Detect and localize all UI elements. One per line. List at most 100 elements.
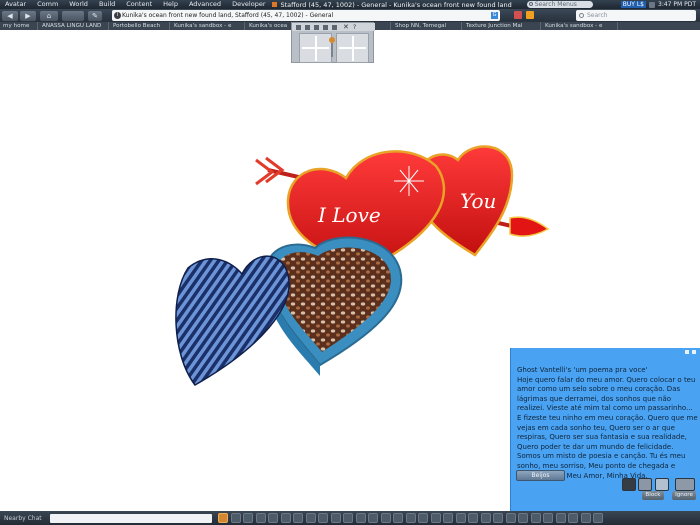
- item-icon[interactable]: [655, 478, 669, 491]
- favorite-star-icon[interactable]: [526, 11, 534, 19]
- menu-comm[interactable]: Comm: [32, 0, 64, 9]
- favorite-item[interactable]: ANASSA LINGU LAND: [39, 22, 109, 30]
- menubar-right: Search Menus BUY L$ 3:47 PM PDT: [526, 0, 700, 9]
- panel-controls: [682, 350, 696, 354]
- menu-help[interactable]: Help: [158, 0, 184, 9]
- camera-preset-icon[interactable]: [323, 24, 328, 30]
- favorite-item[interactable]: Kunika's ocea: [246, 22, 292, 30]
- camera-preset-icon[interactable]: [296, 24, 301, 30]
- menu-build[interactable]: Build: [94, 0, 121, 9]
- voice-icon[interactable]: [230, 513, 241, 523]
- destinations-icon[interactable]: [455, 513, 466, 523]
- location-icons: [514, 11, 538, 19]
- camera-preset-icon[interactable]: [305, 24, 310, 30]
- groups-icon[interactable]: [430, 513, 441, 523]
- favorite-item[interactable]: Portobello Beach: [110, 22, 170, 30]
- search-input[interactable]: Search: [576, 10, 696, 21]
- general-rating-icon: G: [491, 12, 498, 19]
- chat-sender: Ghost Vantelli's 'um poema pra voce': [517, 366, 648, 374]
- no-push-icon: [514, 11, 522, 19]
- search-menus-placeholder: Search Menus: [534, 1, 577, 8]
- bottom-toolbar: Nearby Chat: [0, 511, 700, 525]
- clock: 3:47 PM PDT: [658, 1, 696, 8]
- search-icon: [528, 2, 533, 6]
- close-icon[interactable]: [692, 350, 696, 354]
- back-button[interactable]: ◀: [2, 10, 18, 21]
- window-title: Stafford (45, 47, 1002) - General - Kuni…: [280, 0, 512, 9]
- mini-map-icon[interactable]: [555, 513, 566, 523]
- build-icon[interactable]: [318, 513, 328, 523]
- world-viewport[interactable]: You I Love: [150, 130, 560, 400]
- menu-world[interactable]: World: [64, 0, 94, 9]
- avatar-icon[interactable]: [480, 513, 491, 523]
- pan-pad[interactable]: [336, 33, 369, 63]
- location-field[interactable]: i Kunika's ocean front new found land, S…: [112, 10, 500, 21]
- camera-preset-icon[interactable]: [314, 24, 319, 30]
- home-icon[interactable]: ⌂: [40, 10, 58, 21]
- menu-content[interactable]: Content: [121, 0, 158, 9]
- inventory-icon[interactable]: [280, 513, 291, 523]
- view-icon[interactable]: [343, 513, 353, 523]
- move-icon[interactable]: [330, 513, 341, 523]
- favorite-item[interactable]: Shop NN, Temegal: [392, 22, 462, 30]
- zoom-slider[interactable]: [331, 43, 333, 57]
- camera-controls-toolbar: ✕ ?: [292, 23, 375, 31]
- media-icon[interactable]: [493, 513, 503, 523]
- camera-controls[interactable]: ✕ ?: [291, 22, 375, 63]
- headset-icon[interactable]: [243, 513, 253, 523]
- ignore-button[interactable]: Ignore: [672, 491, 696, 500]
- speaker-icon[interactable]: [580, 513, 591, 523]
- chocolate-box: [265, 236, 403, 376]
- appearance-icon[interactable]: [293, 513, 303, 523]
- block-button[interactable]: Block: [642, 491, 664, 500]
- landmark-icon[interactable]: [393, 513, 403, 523]
- marketplace-icon[interactable]: [468, 513, 478, 523]
- nearby-chat-label[interactable]: Nearby Chat: [4, 514, 48, 523]
- inventory-icon[interactable]: [638, 478, 652, 491]
- gesture-icon[interactable]: [355, 513, 366, 523]
- favorite-item[interactable]: Kunika's sandbox - e: [171, 22, 245, 30]
- chat-input[interactable]: [50, 514, 212, 523]
- minimap-icon[interactable]: [418, 513, 428, 523]
- minimize-icon[interactable]: [685, 350, 689, 354]
- menu-developer[interactable]: Developer: [227, 0, 271, 9]
- location-text: Kunika's ocean front new found land, Sta…: [122, 12, 334, 19]
- camera-preset-icon[interactable]: [332, 24, 337, 30]
- reply-button[interactable]: Beijos: [516, 470, 565, 481]
- info-icon[interactable]: i: [114, 12, 121, 19]
- zoom-knob[interactable]: [329, 37, 335, 43]
- speak-icon[interactable]: [218, 513, 228, 523]
- forward-button[interactable]: ▶: [20, 10, 36, 21]
- notifications-icon[interactable]: [593, 513, 603, 523]
- more-icon[interactable]: [675, 478, 695, 491]
- music-icon[interactable]: [568, 513, 578, 523]
- orbit-pad[interactable]: [299, 33, 332, 63]
- speaker-icon[interactable]: [649, 1, 655, 8]
- map-button[interactable]: [62, 10, 84, 21]
- search-icon[interactable]: [305, 513, 316, 523]
- profile-icon[interactable]: [268, 513, 278, 523]
- favorite-item[interactable]: my home: [0, 22, 38, 30]
- buy-currency-button[interactable]: BUY L$: [620, 1, 646, 8]
- place-icon[interactable]: [380, 513, 391, 523]
- help-icon[interactable]: [518, 513, 528, 523]
- landmark-icon[interactable]: ✎: [88, 10, 102, 21]
- close-icon[interactable]: ✕: [343, 23, 349, 30]
- help-icon[interactable]: ?: [353, 24, 358, 30]
- blocked-icon[interactable]: [543, 513, 553, 523]
- snapshot-icon[interactable]: [368, 513, 378, 523]
- menu-avatar[interactable]: Avatar: [0, 0, 32, 9]
- map-icon[interactable]: [405, 513, 416, 523]
- menu-advanced[interactable]: Advanced: [184, 0, 227, 9]
- search-menus-field[interactable]: Search Menus: [526, 1, 593, 8]
- menu-bar: Avatar Comm World Build Content Help Adv…: [0, 0, 700, 9]
- navigation-bar: ◀ ▶ ⌂ ✎ i Kunika's ocean front new found…: [0, 9, 700, 22]
- conversations-icon[interactable]: [443, 513, 453, 523]
- chat-history-panel[interactable]: Ghost Vantelli's 'um poema pra voce' Hoj…: [510, 348, 700, 511]
- preferences-icon[interactable]: [505, 513, 516, 523]
- people-icon[interactable]: [255, 513, 266, 523]
- camera-icon[interactable]: [530, 513, 541, 523]
- favorite-item[interactable]: Texture Junction Mal: [463, 22, 541, 30]
- favorite-item[interactable]: Kunika's sandbox - e: [542, 22, 618, 30]
- toolbar-buttons: [218, 513, 606, 523]
